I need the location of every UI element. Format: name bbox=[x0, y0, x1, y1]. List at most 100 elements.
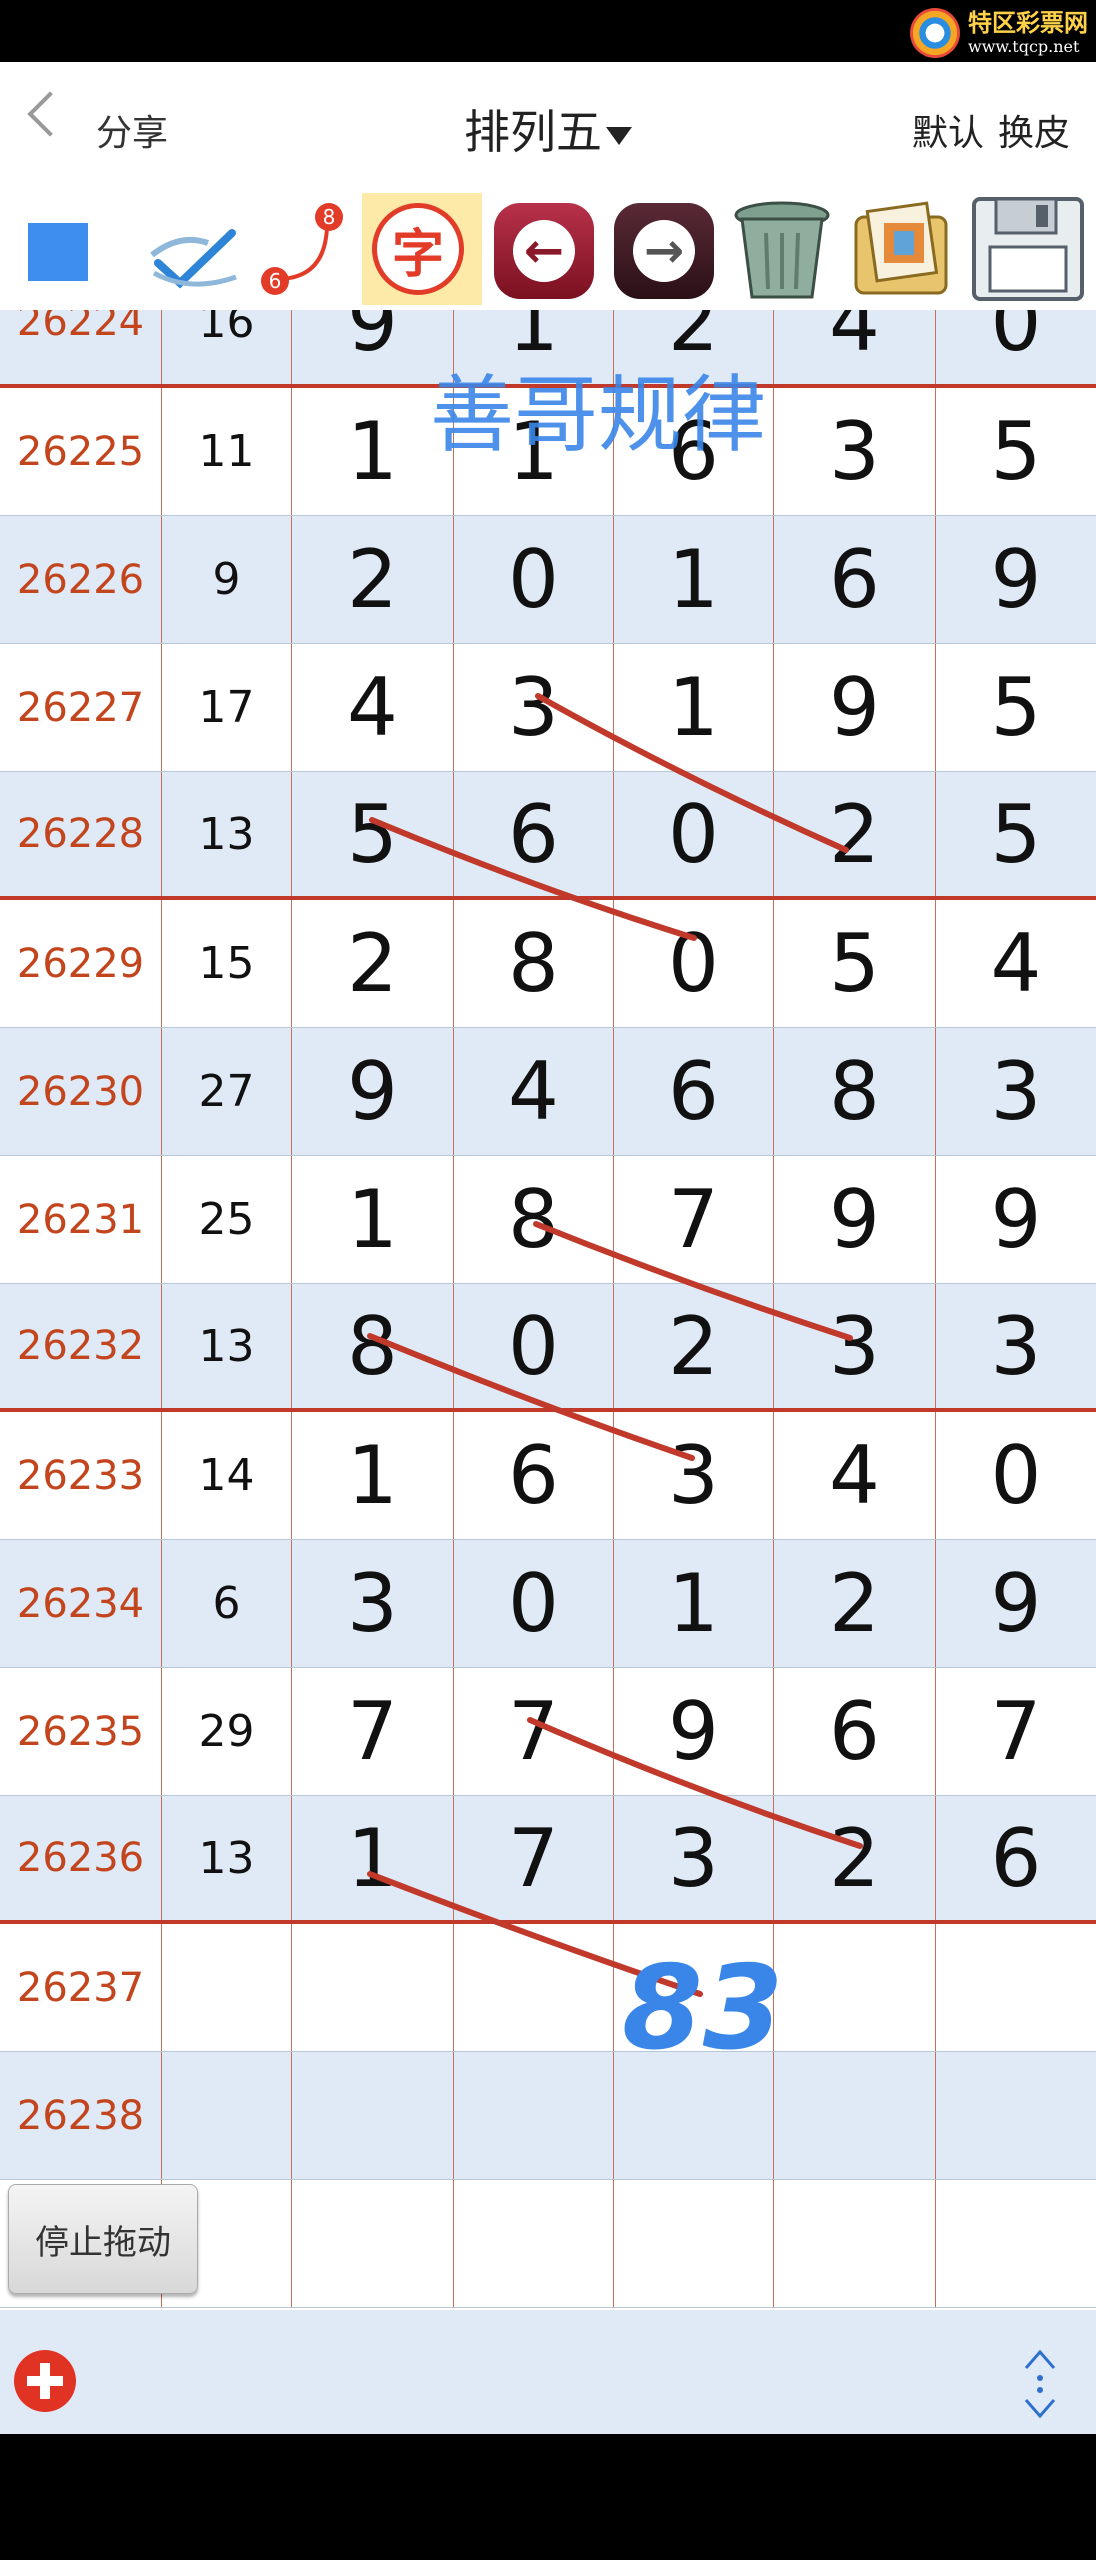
table-row[interactable]: 26232 13 8 0 2 3 3 bbox=[0, 1284, 1096, 1412]
digit-cell[interactable]: 9 bbox=[774, 1156, 936, 1283]
digit-cell[interactable]: 3 bbox=[774, 1284, 936, 1408]
digit-cell[interactable]: 6 bbox=[614, 388, 774, 515]
digit-cell[interactable]: 3 bbox=[614, 1796, 774, 1920]
stop-drag-button[interactable]: 停止拖动 bbox=[8, 2184, 198, 2294]
digit-cell[interactable]: 7 bbox=[614, 1156, 774, 1283]
digit-cell[interactable]: 8 bbox=[454, 1156, 614, 1283]
digit-cell[interactable]: 6 bbox=[774, 516, 936, 643]
table-row[interactable]: 26226 9 2 0 1 6 9 bbox=[0, 516, 1096, 644]
change-skin-button[interactable]: 换皮 bbox=[998, 104, 1070, 156]
digit-cell[interactable]: 1 bbox=[614, 1540, 774, 1667]
digit-cell[interactable]: 2 bbox=[292, 516, 454, 643]
table-row[interactable]: 26233 14 1 6 3 4 0 bbox=[0, 1412, 1096, 1540]
digit-cell[interactable]: 9 bbox=[774, 644, 936, 771]
previous-button[interactable]: ← bbox=[490, 193, 600, 305]
digit-cell[interactable]: 4 bbox=[774, 1412, 936, 1539]
line-tool-button[interactable]: 8 6 bbox=[255, 193, 355, 305]
digit-cell[interactable]: 5 bbox=[936, 388, 1096, 515]
digit-cell[interactable]: 4 bbox=[292, 644, 454, 771]
digit-cell[interactable]: 7 bbox=[454, 1796, 614, 1920]
digit-cell[interactable]: 7 bbox=[936, 1668, 1096, 1795]
digit-cell[interactable]: 6 bbox=[936, 1796, 1096, 1920]
digit-cell[interactable]: 0 bbox=[614, 900, 774, 1027]
digit-cell[interactable]: 2 bbox=[774, 1540, 936, 1667]
digit-cell[interactable]: 3 bbox=[774, 388, 936, 515]
digit-cell[interactable]: 9 bbox=[936, 516, 1096, 643]
brush-tool-button[interactable] bbox=[140, 193, 250, 305]
digit-cell[interactable]: 8 bbox=[454, 900, 614, 1027]
text-tool-button[interactable]: 字 bbox=[362, 193, 482, 305]
digit-cell[interactable] bbox=[774, 2052, 936, 2179]
digit-cell[interactable]: 2 bbox=[614, 1284, 774, 1408]
table-row[interactable]: 26225 11 1 1 6 3 5 bbox=[0, 388, 1096, 516]
digit-cell[interactable] bbox=[292, 2052, 454, 2179]
digit-cell[interactable] bbox=[936, 2052, 1096, 2179]
save-button[interactable] bbox=[966, 193, 1091, 305]
digit-cell[interactable]: 2 bbox=[774, 1796, 936, 1920]
digit-cell[interactable] bbox=[292, 2180, 454, 2307]
digit-cell[interactable] bbox=[774, 1924, 936, 2051]
table-row[interactable]: 26238 bbox=[0, 2052, 1096, 2180]
digit-cell[interactable]: 0 bbox=[936, 1412, 1096, 1539]
digit-cell[interactable] bbox=[454, 2180, 614, 2307]
digit-cell[interactable]: 1 bbox=[614, 516, 774, 643]
digit-cell[interactable]: 0 bbox=[454, 1540, 614, 1667]
digit-cell[interactable] bbox=[774, 2180, 936, 2307]
digit-cell[interactable]: 8 bbox=[774, 1028, 936, 1155]
digit-cell[interactable]: 7 bbox=[454, 1668, 614, 1795]
digit-cell[interactable]: 3 bbox=[936, 1028, 1096, 1155]
add-icon[interactable] bbox=[14, 2350, 76, 2412]
updown-arrows-icon[interactable] bbox=[1016, 2346, 1064, 2422]
digit-cell[interactable] bbox=[614, 2180, 774, 2307]
digit-cell[interactable]: 4 bbox=[936, 900, 1096, 1027]
digit-cell[interactable]: 9 bbox=[936, 1156, 1096, 1283]
table-row[interactable]: 26235 29 7 7 9 6 7 bbox=[0, 1668, 1096, 1796]
table-row[interactable]: 26236 13 1 7 3 2 6 bbox=[0, 1796, 1096, 1924]
digit-cell[interactable] bbox=[936, 1924, 1096, 2051]
digit-cell[interactable]: 6 bbox=[454, 1412, 614, 1539]
digit-cell[interactable]: 0 bbox=[936, 310, 1096, 384]
table-row[interactable]: 26234 6 3 0 1 2 9 bbox=[0, 1540, 1096, 1668]
digit-cell[interactable]: 0 bbox=[454, 1284, 614, 1408]
digit-cell[interactable]: 1 bbox=[454, 388, 614, 515]
digit-cell[interactable]: 1 bbox=[292, 1412, 454, 1539]
digit-cell[interactable]: 2 bbox=[292, 900, 454, 1027]
digit-cell[interactable]: 9 bbox=[292, 310, 454, 384]
digit-cell[interactable]: 3 bbox=[936, 1284, 1096, 1408]
color-square-button[interactable] bbox=[28, 223, 88, 281]
digit-cell[interactable] bbox=[454, 1924, 614, 2051]
digit-cell[interactable]: 3 bbox=[292, 1540, 454, 1667]
digit-cell[interactable]: 5 bbox=[936, 772, 1096, 896]
digit-cell[interactable]: 6 bbox=[614, 1028, 774, 1155]
digit-cell[interactable]: 5 bbox=[774, 900, 936, 1027]
digit-cell[interactable]: 7 bbox=[292, 1668, 454, 1795]
table-row[interactable]: 26229 15 2 8 0 5 4 bbox=[0, 900, 1096, 1028]
digit-cell[interactable]: 1 bbox=[292, 388, 454, 515]
digit-cell[interactable]: 9 bbox=[614, 1668, 774, 1795]
digit-cell[interactable]: 6 bbox=[454, 772, 614, 896]
table-row[interactable]: 26227 17 4 3 1 9 5 bbox=[0, 644, 1096, 772]
digit-cell[interactable] bbox=[292, 1924, 454, 2051]
digit-cell[interactable]: 3 bbox=[454, 644, 614, 771]
table-row[interactable]: 26224 16 9 1 2 4 0 bbox=[0, 310, 1096, 388]
table-row[interactable]: 26237 bbox=[0, 1924, 1096, 2052]
digit-cell[interactable]: 4 bbox=[774, 310, 936, 384]
digit-cell[interactable]: 4 bbox=[454, 1028, 614, 1155]
digit-cell[interactable]: 3 bbox=[614, 1412, 774, 1539]
digit-cell[interactable]: 5 bbox=[936, 644, 1096, 771]
digit-cell[interactable]: 0 bbox=[614, 772, 774, 896]
digit-cell[interactable]: 1 bbox=[292, 1156, 454, 1283]
number-table[interactable]: 26224 16 9 1 2 4 0 26225 11 1 1 6 3 5 26226 9 2 0 1 6 9 26227… bbox=[0, 310, 1096, 2310]
digit-cell[interactable] bbox=[936, 2180, 1096, 2307]
table-row[interactable]: 26230 27 9 4 6 8 3 bbox=[0, 1028, 1096, 1156]
digit-cell[interactable]: 5 bbox=[292, 772, 454, 896]
digit-cell[interactable]: 6 bbox=[774, 1668, 936, 1795]
digit-cell[interactable] bbox=[614, 1924, 774, 2051]
digit-cell[interactable]: 2 bbox=[774, 772, 936, 896]
table-row[interactable]: 26231 25 1 8 7 9 9 bbox=[0, 1156, 1096, 1284]
digit-cell[interactable]: 9 bbox=[936, 1540, 1096, 1667]
digit-cell[interactable]: 1 bbox=[614, 644, 774, 771]
digit-cell[interactable]: 1 bbox=[292, 1796, 454, 1920]
digit-cell[interactable]: 0 bbox=[454, 516, 614, 643]
next-button[interactable]: → bbox=[610, 193, 720, 305]
